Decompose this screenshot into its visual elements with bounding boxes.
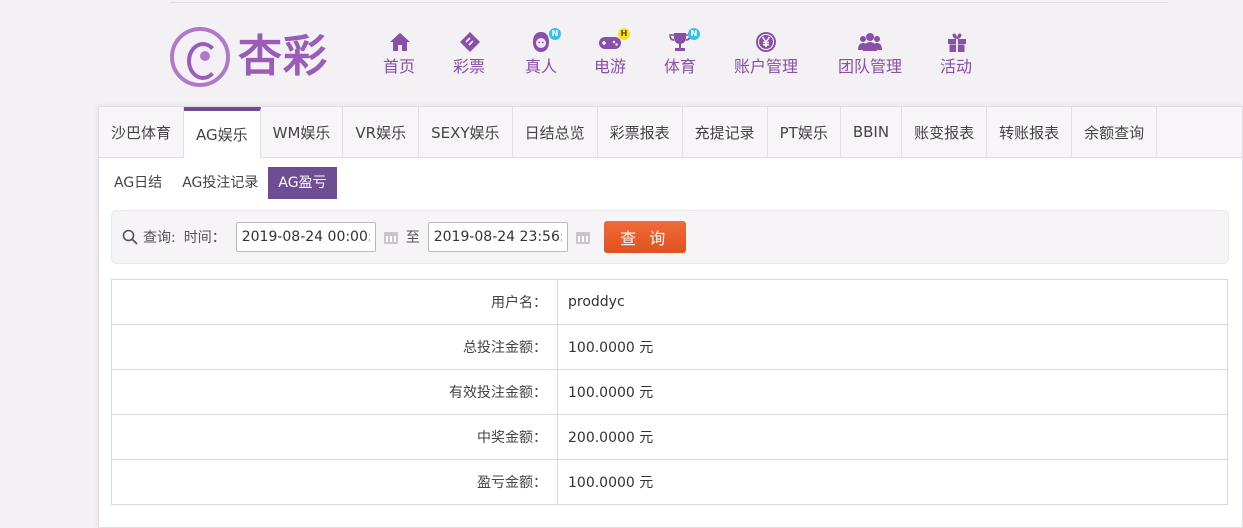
- tab-balance-query[interactable]: 余额查询: [1072, 107, 1158, 157]
- tab-vr[interactable]: VR娱乐: [343, 107, 420, 157]
- row-label: 用户名：: [111, 279, 558, 325]
- tab-transfer-report[interactable]: 转账报表: [987, 107, 1073, 157]
- tab-lottery-report[interactable]: 彩票报表: [598, 107, 683, 157]
- calendar-icon[interactable]: [575, 230, 590, 244]
- table-row: 有效投注金额： 100.0000 元: [111, 369, 1228, 415]
- nav-label: 首页: [382, 57, 415, 76]
- table-row: 总投注金额： 100.0000 元: [111, 324, 1228, 370]
- sub-tabs: AG日结 AG投注记录 AG盈亏: [104, 167, 337, 199]
- tab-deposit-withdraw[interactable]: 充提记录: [683, 107, 768, 157]
- new-badge: N: [688, 28, 700, 40]
- subtab-ag-bet-records[interactable]: AG投注记录: [172, 167, 268, 199]
- nav-label: 账户管理: [733, 57, 798, 76]
- subtab-ag-profit-loss[interactable]: AG盈亏: [268, 167, 337, 199]
- nav-label: 活动: [939, 57, 972, 76]
- nav-label: 团队管理: [837, 57, 902, 76]
- top-divider: [170, 2, 1168, 3]
- gamepad-icon: H: [590, 28, 630, 54]
- report-panel: 沙巴体育 AG娱乐 WM娱乐 VR娱乐 SEXY娱乐 日结总览 彩票报表 充提记…: [98, 106, 1243, 528]
- logo-text: 杏彩: [238, 31, 328, 82]
- nav-item-lottery[interactable]: 彩票: [450, 30, 488, 82]
- time-label: 时间：: [183, 230, 226, 246]
- query-bar: 查询: 时间： 至 查 询: [111, 210, 1229, 264]
- tab-sexy[interactable]: SEXY娱乐: [419, 107, 513, 157]
- calendar-icon[interactable]: [383, 230, 398, 244]
- tab-account-change-report[interactable]: 账变报表: [902, 107, 988, 157]
- nav-item-home[interactable]: 首页: [380, 30, 418, 82]
- nav-label: 体育: [663, 57, 696, 76]
- row-value: 100.0000 元: [557, 459, 1228, 505]
- tab-daily-summary[interactable]: 日结总览: [513, 107, 598, 157]
- end-time-input[interactable]: [427, 222, 568, 252]
- nav-label: 真人: [524, 57, 557, 76]
- nav-item-live[interactable]: N 真人: [519, 28, 563, 82]
- row-value: 100.0000 元: [557, 369, 1228, 415]
- gift-icon: [937, 30, 977, 54]
- nav-label: 电游: [593, 57, 626, 76]
- start-time-input[interactable]: [235, 222, 376, 252]
- trophy-icon: N: [660, 28, 700, 54]
- tab-wm[interactable]: WM娱乐: [261, 107, 344, 157]
- tab-ag[interactable]: AG娱乐: [184, 107, 261, 158]
- live-dealer-icon: N: [521, 28, 561, 54]
- search-icon: [122, 229, 138, 245]
- row-value: proddyc: [557, 279, 1228, 325]
- logo-emblem-icon: [170, 27, 230, 87]
- tab-bbin[interactable]: BBIN: [841, 107, 903, 157]
- home-icon: [380, 30, 420, 54]
- row-label: 有效投注金额：: [111, 369, 558, 415]
- tab-pt[interactable]: PT娱乐: [768, 107, 841, 157]
- logo[interactable]: 杏彩: [170, 24, 328, 90]
- query-label: 查询:: [143, 230, 176, 246]
- table-row: 中奖金额： 200.0000 元: [111, 414, 1228, 460]
- subtab-ag-daily[interactable]: AG日结: [104, 167, 172, 199]
- nav-item-egame[interactable]: H 电游: [590, 28, 630, 82]
- lottery-ticket-icon: [450, 30, 490, 54]
- nav-label: 彩票: [452, 57, 485, 76]
- query-button[interactable]: 查 询: [603, 221, 686, 253]
- table-row: 盈亏金额： 100.0000 元: [111, 459, 1228, 505]
- nav-item-account[interactable]: 账户管理: [730, 30, 802, 82]
- report-tabs: 沙巴体育 AG娱乐 WM娱乐 VR娱乐 SEXY娱乐 日结总览 彩票报表 充提记…: [99, 107, 1242, 158]
- row-value: 100.0000 元: [557, 324, 1228, 370]
- row-label: 总投注金额：: [111, 324, 558, 370]
- nav-item-promotions[interactable]: 活动: [937, 30, 975, 82]
- tab-saba-sports[interactable]: 沙巴体育: [99, 107, 185, 157]
- new-badge: N: [549, 28, 561, 40]
- profit-loss-table: 用户名： proddyc 总投注金额： 100.0000 元 有效投注金额： 1…: [111, 279, 1228, 505]
- range-separator: 至: [405, 230, 420, 246]
- nav-item-team[interactable]: 团队管理: [834, 30, 906, 82]
- yen-coin-icon: [746, 30, 786, 54]
- table-row: 用户名： proddyc: [111, 279, 1228, 325]
- row-label: 中奖金额：: [111, 414, 558, 460]
- nav-item-sports[interactable]: N 体育: [660, 28, 700, 82]
- row-value: 200.0000 元: [557, 414, 1228, 460]
- row-label: 盈亏金额：: [111, 459, 558, 505]
- team-icon: [850, 30, 890, 54]
- hot-badge: H: [618, 28, 630, 40]
